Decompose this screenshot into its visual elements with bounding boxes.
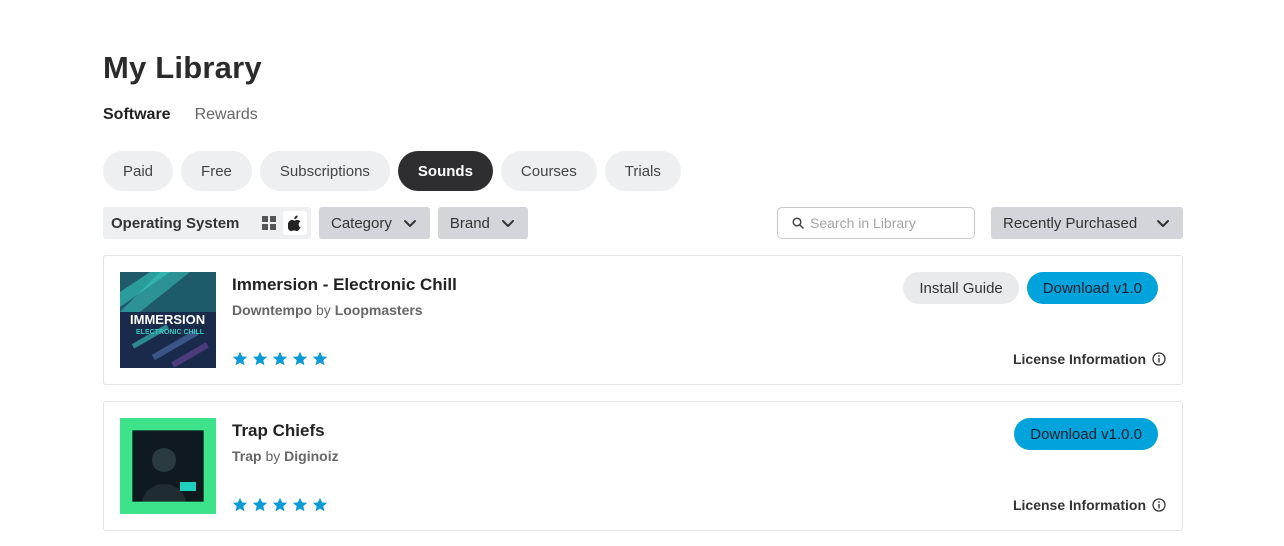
star-icon[interactable] [232, 497, 248, 513]
info-icon [1152, 498, 1166, 512]
info-icon [1152, 352, 1166, 366]
star-rating[interactable] [232, 351, 328, 367]
filter-bar: Operating System Category Brand [103, 207, 528, 239]
category-pills: Paid Free Subscriptions Sounds Courses T… [103, 151, 681, 191]
star-icon[interactable] [272, 497, 288, 513]
os-toggle-group [257, 211, 307, 235]
apple-icon[interactable] [283, 211, 307, 235]
license-information-label: License Information [1012, 351, 1146, 367]
pill-sounds[interactable]: Sounds [397, 151, 493, 191]
sort-dropdown[interactable]: Recently Purchased [991, 207, 1183, 239]
library-tabs: Software Rewards [103, 106, 258, 124]
windows-icon[interactable] [257, 211, 281, 235]
search-input[interactable] [810, 215, 960, 231]
tab-software[interactable]: Software [103, 106, 171, 124]
pill-subscriptions[interactable]: Subscriptions [259, 151, 390, 191]
star-icon[interactable] [312, 351, 328, 367]
brand-dropdown-label: Brand [449, 214, 490, 232]
cover-title-text: IMMERSION [130, 312, 205, 327]
license-information-label: License Information [1012, 497, 1146, 513]
product-title[interactable]: Trap Chiefs [232, 421, 325, 441]
star-icon[interactable] [252, 497, 268, 513]
search-icon [792, 217, 804, 229]
chevron-down-icon [1157, 220, 1169, 227]
star-icon[interactable] [252, 351, 268, 367]
chevron-down-icon [501, 220, 514, 227]
product-genre[interactable]: Downtempo [232, 302, 312, 318]
product-genre[interactable]: Trap [232, 448, 262, 464]
product-card: Trap Chiefs Trap by Diginoiz Download v1… [103, 401, 1183, 531]
cover-subtitle-text: ELECTRONIC CHILL [136, 329, 205, 336]
pill-trials[interactable]: Trials [604, 151, 681, 191]
pill-free[interactable]: Free [181, 151, 252, 191]
sort-dropdown-label: Recently Purchased [1003, 214, 1138, 232]
product-by: by [316, 302, 331, 318]
category-dropdown-label: Category [331, 214, 392, 232]
pill-paid[interactable]: Paid [103, 151, 174, 191]
product-subtitle: Trap by Diginoiz [232, 448, 339, 464]
star-icon[interactable] [292, 351, 308, 367]
product-actions: Download v1.0.0 [1014, 418, 1158, 450]
product-card: IMMERSION ELECTRONIC CHILL Immersion - E… [103, 255, 1183, 385]
install-guide-button[interactable]: Install Guide [903, 272, 1019, 304]
star-rating[interactable] [232, 497, 328, 513]
chevron-down-icon [403, 220, 416, 227]
brand-dropdown[interactable]: Brand [437, 207, 528, 239]
star-icon[interactable] [272, 351, 288, 367]
pill-courses[interactable]: Courses [500, 151, 597, 191]
product-by: by [265, 448, 281, 464]
library-search [777, 207, 975, 239]
license-information-link[interactable]: License Information [1013, 497, 1166, 513]
download-button[interactable]: Download v1.0.0 [1014, 418, 1158, 450]
star-icon[interactable] [292, 497, 308, 513]
category-dropdown[interactable]: Category [319, 207, 430, 239]
tab-rewards[interactable]: Rewards [195, 106, 258, 124]
star-icon[interactable] [232, 351, 248, 367]
license-information-link[interactable]: License Information [1013, 351, 1166, 367]
os-filter: Operating System [103, 207, 311, 239]
product-title[interactable]: Immersion - Electronic Chill [232, 275, 457, 295]
product-actions: Install Guide Download v1.0 [903, 272, 1158, 304]
star-icon[interactable] [312, 497, 328, 513]
product-brand[interactable]: Diginoiz [284, 448, 338, 464]
download-button[interactable]: Download v1.0 [1026, 272, 1158, 304]
product-subtitle: Downtempo by Loopmasters [232, 302, 423, 318]
os-filter-label: Operating System [111, 214, 240, 232]
product-cover-image[interactable] [120, 418, 216, 514]
product-brand[interactable]: Loopmasters [335, 302, 423, 318]
product-cover-image[interactable]: IMMERSION ELECTRONIC CHILL [120, 272, 216, 368]
page-title: My Library [103, 50, 262, 85]
